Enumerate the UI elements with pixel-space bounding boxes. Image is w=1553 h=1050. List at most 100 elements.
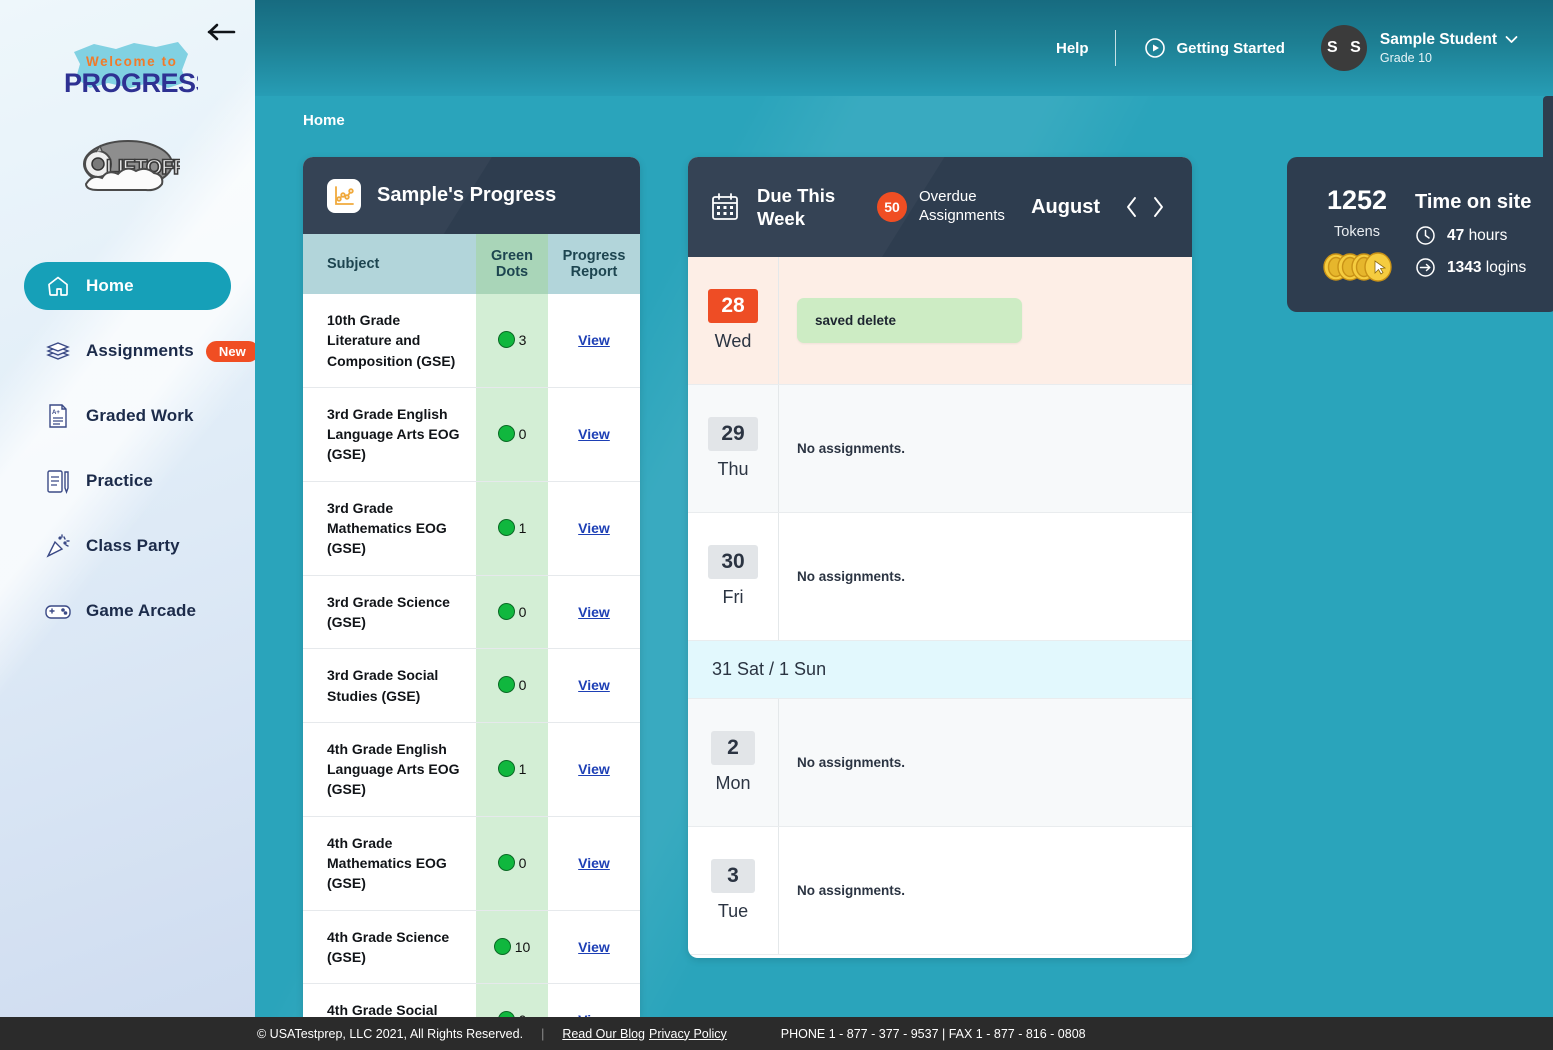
chevron-left-icon[interactable] [1118, 196, 1145, 218]
footer-privacy-link[interactable]: Privacy Policy [649, 1027, 727, 1041]
green-dot-icon [498, 425, 515, 442]
weekend-label: 31 Sat / 1 Sun [688, 659, 826, 680]
sidebar-item-home[interactable]: Home [24, 262, 231, 310]
cell-green-dots: 10 [476, 910, 548, 984]
day-name: Mon [715, 773, 750, 794]
calendar-day-label: 30Fri [688, 513, 779, 640]
green-dots-count: 1 [519, 761, 527, 777]
view-report-link[interactable]: View [578, 604, 610, 620]
help-link[interactable]: Help [1056, 40, 1089, 57]
calendar-day-list: 28Wedsaved delete29ThuNo assignments.30F… [688, 257, 1192, 955]
calendar-day-row: 3TueNo assignments. [688, 827, 1192, 955]
calendar-day-label: 29Thu [688, 385, 779, 512]
col-subject: Subject [303, 234, 476, 294]
table-row: 10th Grade Literature and Composition (G… [303, 294, 640, 387]
sidebar-item-game-arcade[interactable]: Game Arcade [24, 587, 231, 635]
logins-value: 1343 [1447, 259, 1481, 276]
cell-green-dots: 1 [476, 481, 548, 575]
time-on-site-title: Time on site [1415, 191, 1531, 214]
calendar-weekend-row: 31 Sat / 1 Sun [688, 641, 1192, 699]
top-bar: Help Getting Started S S Sample Student [255, 0, 1553, 96]
sidebar-item-practice[interactable]: Practice [24, 457, 231, 505]
cell-green-dots: 0 [476, 575, 548, 649]
day-name: Tue [718, 901, 748, 922]
month-navigator: August [1031, 196, 1172, 219]
no-assignments-text: No assignments. [797, 755, 905, 770]
green-dot-icon [498, 760, 515, 777]
hours-text: 47 hours [1447, 227, 1507, 245]
footer-phone: PHONE 1 - 877 - 377 - 9537 | FAX 1 - 877… [781, 1027, 1086, 1041]
assignment-item[interactable]: saved delete [797, 298, 1022, 343]
user-grade: Grade 10 [1380, 51, 1518, 65]
sidebar-item-assignments[interactable]: Assignments New [24, 327, 231, 375]
calendar-icon [710, 192, 740, 222]
calendar-day-body: No assignments. [779, 513, 1192, 640]
current-month: August [1031, 196, 1100, 219]
sidebar-item-label: Class Party [86, 536, 180, 556]
cell-progress-report: View [548, 722, 640, 816]
view-report-link[interactable]: View [578, 332, 610, 348]
calendar-day-row: 2Mon No assignments. [688, 699, 1192, 827]
main-content: Help Getting Started S S Sample Student [255, 0, 1553, 1017]
view-report-link[interactable]: View [578, 855, 610, 871]
getting-started-button[interactable]: Getting Started [1144, 37, 1285, 59]
cell-subject: 3rd Grade English Language Arts EOG (GSE… [303, 387, 476, 481]
user-name: Sample Student [1380, 31, 1497, 49]
green-dots-count: 0 [519, 604, 527, 620]
cell-progress-report: View [548, 910, 640, 984]
cell-subject: 4th Grade English Language Arts EOG (GSE… [303, 722, 476, 816]
practice-icon [44, 467, 72, 495]
cell-progress-report: View [548, 816, 640, 910]
calendar-day-label: 2Mon [688, 699, 779, 826]
green-dot-icon [494, 938, 511, 955]
table-row: 4th Grade English Language Arts EOG (GSE… [303, 722, 640, 816]
table-row: 3rd Grade Mathematics EOG (GSE)1View [303, 481, 640, 575]
cell-subject: 3rd Grade Science (GSE) [303, 575, 476, 649]
breadcrumb[interactable]: Home [303, 112, 345, 129]
calendar-day-row: 29ThuNo assignments. [688, 385, 1192, 513]
sidebar-item-graded-work[interactable]: A+ Graded Work [24, 392, 231, 440]
arcade-icon [44, 597, 72, 625]
due-card-header: Due This Week 50 Overdue Assignments Aug… [688, 157, 1192, 257]
sidebar-nav: Home Assignments New [0, 262, 255, 652]
overdue-assignments[interactable]: 50 Overdue Assignments [877, 188, 1011, 226]
footer-blog-link[interactable]: Read Our Blog [562, 1027, 645, 1041]
green-dot-icon [498, 603, 515, 620]
cell-green-dots: 3 [476, 294, 548, 387]
progress-logo[interactable]: Welcome to PROGRESS [60, 36, 198, 104]
green-dots-count: 0 [519, 426, 527, 442]
green-dot-icon [498, 519, 515, 536]
cell-progress-report: View [548, 387, 640, 481]
overdue-label-line2: Assignments [919, 207, 1011, 226]
tokens-section: 1252 Tokens [1307, 187, 1407, 282]
progress-table: Subject Green Dots Progress Report 10th … [303, 234, 640, 1017]
view-report-link[interactable]: View [578, 677, 610, 693]
user-name-row: Sample Student [1380, 31, 1518, 49]
green-dot-icon [498, 676, 515, 693]
col-green-dots-line1: Green [476, 248, 548, 264]
sidebar-item-class-party[interactable]: Class Party [24, 522, 231, 570]
view-report-link[interactable]: View [578, 520, 610, 536]
liftoff-logo[interactable]: LIFTOFF [76, 132, 180, 204]
view-report-link[interactable]: View [578, 426, 610, 442]
chevron-right-icon[interactable] [1145, 196, 1172, 218]
cell-green-dots: 0 [476, 984, 548, 1017]
calendar-day-label: 3Tue [688, 827, 779, 954]
calendar-day-row: 30FriNo assignments. [688, 513, 1192, 641]
green-dots-count: 0 [519, 677, 527, 693]
col-report-line2: Report [548, 264, 640, 280]
svg-text:A+: A+ [52, 410, 60, 416]
col-green-dots: Green Dots [476, 234, 548, 294]
party-icon [44, 532, 72, 560]
green-dots-count: 1 [519, 520, 527, 536]
view-report-link[interactable]: View [578, 939, 610, 955]
progress-card: Sample's Progress Subject Green Dots Pro… [303, 157, 640, 1017]
back-arrow-icon[interactable] [203, 16, 241, 48]
play-circle-icon [1144, 37, 1166, 59]
user-menu[interactable]: S S Sample Student Grade 10 [1321, 25, 1518, 71]
cell-progress-report: View [548, 294, 640, 387]
hours-row: 47 hours [1415, 225, 1531, 246]
avatar: S S [1321, 25, 1367, 71]
svg-text:Welcome to: Welcome to [86, 54, 178, 69]
view-report-link[interactable]: View [578, 761, 610, 777]
